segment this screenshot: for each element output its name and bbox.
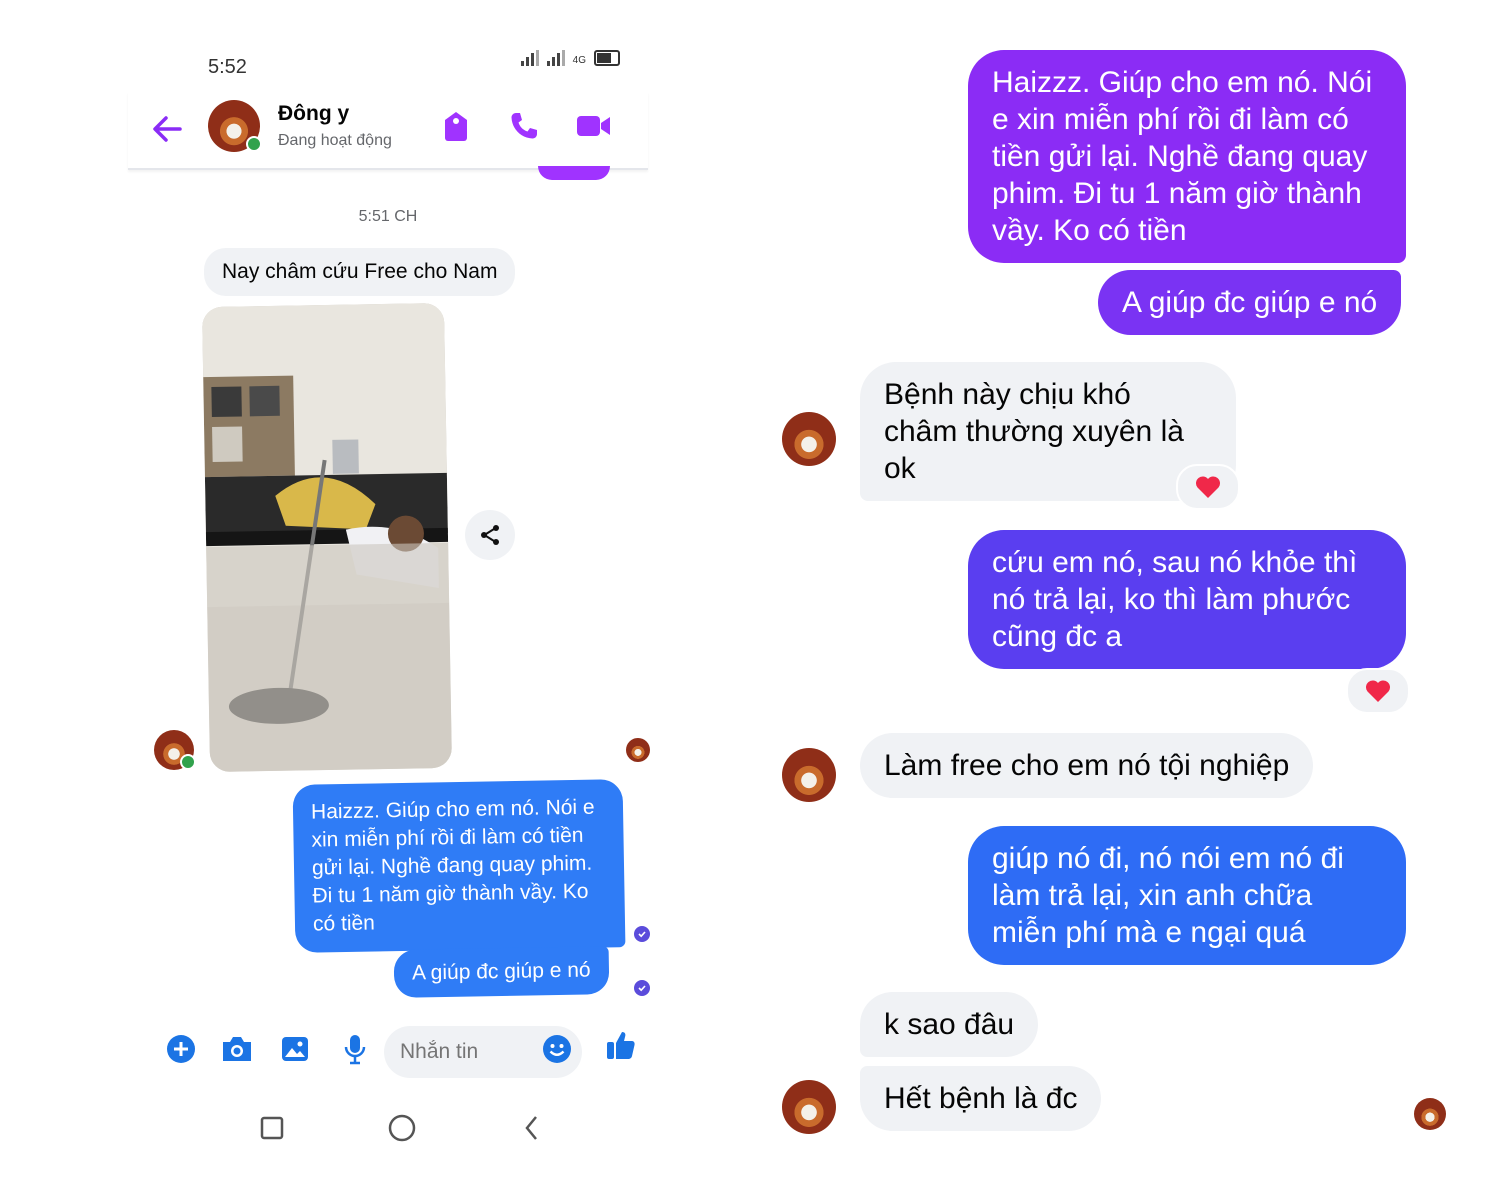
photo-patient-treatment: [201, 302, 453, 773]
more-actions-button[interactable]: [164, 1032, 198, 1066]
phone-icon: [511, 113, 537, 139]
tag-icon: [445, 112, 467, 141]
square-icon: [260, 1116, 284, 1140]
image-icon: [282, 1037, 308, 1061]
outgoing-message[interactable]: giúp nó đi, nó nói em nó đi làm trả lại,…: [968, 826, 1406, 965]
heart-icon: [1195, 476, 1221, 498]
battery-icon: [594, 50, 620, 66]
microphone-icon: [344, 1035, 366, 1065]
video-call-button[interactable]: [574, 106, 614, 146]
outgoing-message[interactable]: A giúp đc giúp e nó: [1098, 270, 1402, 335]
voice-button[interactable]: [338, 1032, 372, 1066]
delivered-check-icon: [634, 980, 650, 996]
camera-icon: [223, 1037, 251, 1061]
incoming-message[interactable]: Nay châm cứu Free cho Nam: [204, 248, 516, 296]
arrow-left-icon: [153, 116, 182, 142]
outgoing-message[interactable]: Haizzz. Giúp cho em nó. Nói e xin miễn p…: [292, 779, 626, 953]
incoming-message[interactable]: k sao đâu: [860, 992, 1039, 1057]
phone-screen: 5:52 4G Đông y Đang hoạt động 5:51 CH Na…: [128, 30, 650, 1170]
sender-avatar[interactable]: [782, 748, 836, 802]
circle-icon: [388, 1114, 416, 1142]
tag-button[interactable]: [436, 106, 476, 146]
sender-avatar[interactable]: [782, 1080, 836, 1134]
camera-button[interactable]: [220, 1032, 254, 1066]
home-button[interactable]: [386, 1112, 418, 1144]
incoming-message[interactable]: Hết bệnh là đc: [860, 1066, 1102, 1131]
share-button[interactable]: [465, 510, 515, 560]
online-indicator: [246, 136, 262, 152]
network-type: 4G: [572, 55, 586, 66]
contact-status: Đang hoạt động: [278, 132, 392, 149]
plus-circle-icon: [167, 1035, 195, 1063]
online-indicator: [180, 754, 196, 770]
incoming-message[interactable]: Làm free cho em nó tội nghiệp: [860, 733, 1314, 798]
emoji-button[interactable]: [540, 1032, 574, 1066]
call-button[interactable]: [504, 106, 544, 146]
android-nav-bar: [128, 1108, 648, 1148]
outgoing-message[interactable]: cứu em nó, sau nó khỏe thì nó trả lại, k…: [968, 530, 1406, 669]
outgoing-message[interactable]: Haizzz. Giúp cho em nó. Nói e xin miễn p…: [968, 50, 1406, 263]
share-icon: [481, 525, 499, 545]
chevron-left-icon: [525, 1116, 537, 1140]
shared-photo[interactable]: [201, 302, 453, 773]
sender-avatar[interactable]: [782, 412, 836, 466]
message-composer: [128, 1020, 648, 1080]
status-icons: 4G: [520, 50, 620, 66]
signal-icon: [520, 50, 539, 66]
like-button[interactable]: [604, 1028, 638, 1062]
contact-avatar[interactable]: [208, 100, 262, 152]
reaction-badge[interactable]: [1346, 668, 1410, 714]
message-timestamp: 5:51 CH: [358, 208, 418, 225]
contact-name[interactable]: Đông y: [278, 102, 349, 126]
chat-header: Đông y Đang hoạt động: [128, 92, 648, 170]
back-button[interactable]: [150, 114, 184, 144]
seen-avatar: [1414, 1098, 1446, 1130]
seen-avatar: [626, 738, 650, 762]
nav-back-button[interactable]: [516, 1112, 548, 1144]
recent-apps-button[interactable]: [256, 1112, 288, 1144]
gallery-button[interactable]: [278, 1032, 312, 1066]
outgoing-message[interactable]: A giúp đc giúp e nó: [393, 946, 610, 998]
sender-avatar[interactable]: [154, 730, 196, 770]
previous-message-edge: [538, 166, 610, 180]
signal-icon-2: [546, 50, 565, 66]
thumbs-up-icon: [607, 1032, 635, 1059]
delivered-check-icon: [634, 926, 650, 942]
video-camera-icon: [577, 116, 610, 136]
status-time: 5:52: [208, 56, 247, 78]
heart-icon: [1365, 680, 1391, 702]
smiley-icon: [543, 1035, 571, 1063]
reaction-badge[interactable]: [1176, 464, 1240, 510]
